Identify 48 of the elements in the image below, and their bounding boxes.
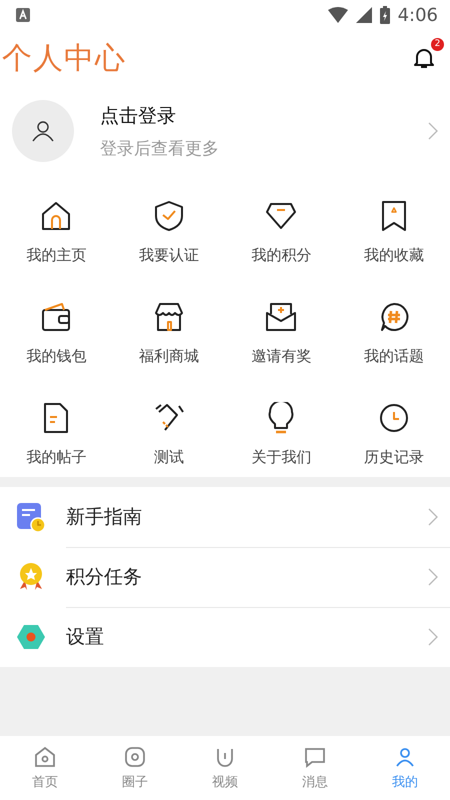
shield-check-icon[interactable] (152, 200, 185, 232)
grid-item-label[interactable]: 我的钱包 (26, 347, 86, 366)
status-time: 4:06 (398, 4, 438, 26)
tab-item[interactable]: 消息 (285, 745, 345, 791)
grid-item-label[interactable]: 我要认证 (138, 246, 199, 265)
login-subtitle: 登录后查看更多 (100, 138, 220, 160)
battery-icon (380, 6, 390, 24)
house-icon[interactable] (40, 200, 72, 232)
tab-item[interactable]: 圈子 (105, 745, 165, 791)
grid-item-label[interactable]: 我的积分 (251, 246, 312, 265)
chevron-right-icon (428, 508, 438, 526)
notification-badge: 2 (431, 38, 444, 51)
guide-icon (16, 502, 46, 532)
grid-item-label[interactable]: 测试 (154, 448, 184, 467)
shop-icon[interactable] (152, 301, 185, 333)
tab-item[interactable]: 视频 (195, 745, 255, 791)
menu-row[interactable]: 设置 (0, 607, 450, 667)
menu-label: 积分任务 (66, 564, 142, 590)
signal-icon (356, 7, 372, 23)
grid-item-label[interactable]: 邀请有奖 (251, 347, 312, 366)
bell-icon[interactable] (412, 46, 436, 70)
menu-label: 设置 (66, 625, 104, 650)
home-icon (33, 745, 57, 769)
wifi-icon (328, 7, 348, 23)
grid-item-label[interactable]: 我的主页 (26, 246, 86, 265)
wallet-icon[interactable] (40, 301, 72, 333)
grid-item-label[interactable]: 福利商城 (138, 347, 199, 366)
login-row[interactable]: 点击登录 登录后查看更多 (0, 86, 450, 186)
grid-item-label[interactable]: 历史记录 (364, 448, 424, 467)
login-title: 点击登录 (100, 104, 177, 128)
grid-item-label[interactable]: 关于我们 (251, 448, 312, 467)
gem-icon[interactable] (265, 200, 298, 232)
settings-icon (16, 622, 46, 652)
chevron-right-icon (428, 568, 438, 586)
message-icon (303, 745, 327, 769)
chevron-right-icon (428, 122, 438, 140)
menu-row[interactable]: 积分任务 (0, 547, 450, 607)
envelope-icon[interactable] (265, 301, 298, 333)
clock-icon[interactable] (378, 402, 410, 434)
chevron-right-icon (428, 628, 438, 646)
grid-item-label[interactable]: 我的帖子 (26, 448, 86, 467)
app-notification-icon (16, 8, 30, 22)
menu-row[interactable]: 新手指南 (0, 487, 450, 547)
menu-label: 新手指南 (66, 504, 142, 530)
grid-item-label[interactable]: 我的话题 (364, 347, 424, 366)
page-title: 个人中心 (2, 40, 126, 78)
tab-item[interactable]: 首页 (15, 745, 75, 791)
grid-item-label[interactable]: 我的收藏 (364, 246, 424, 265)
